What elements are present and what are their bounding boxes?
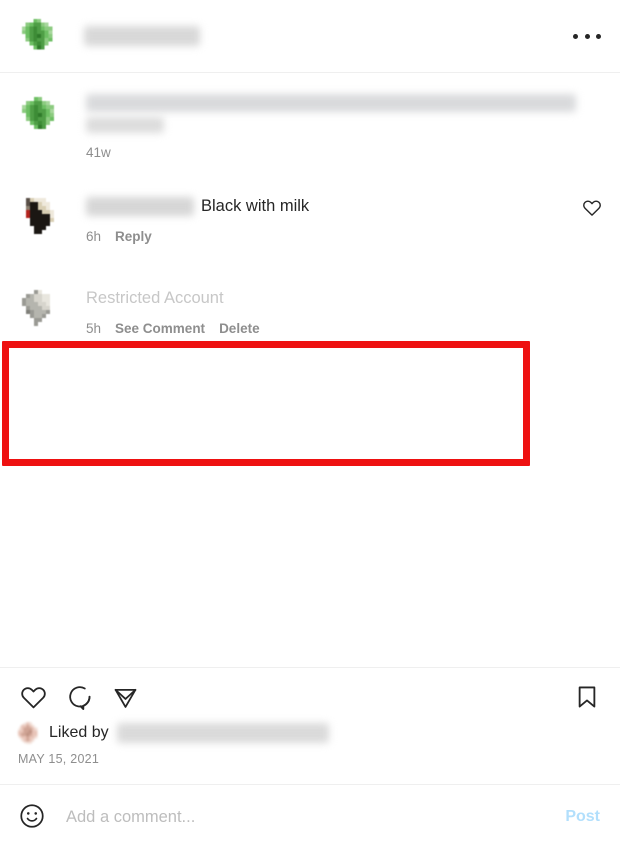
caption-author-avatar[interactable]	[18, 93, 62, 137]
post-author-avatar[interactable]	[18, 15, 60, 57]
restricted-comment-highlight-box	[2, 341, 530, 466]
caption-body: 41w	[86, 93, 604, 160]
post-actions-bar	[0, 668, 620, 712]
post-actions-left	[18, 682, 572, 712]
instagram-post-detail: 41w Black with milk 6h Reply Restricted …	[0, 0, 620, 849]
comment-meta: 6h Reply	[86, 229, 604, 244]
post-comment-button[interactable]: Post	[561, 808, 604, 826]
like-heart-icon[interactable]	[18, 682, 48, 712]
restricted-account-label: Restricted Account	[86, 289, 224, 307]
liker-avatar[interactable]	[18, 722, 40, 744]
bookmark-icon[interactable]	[572, 682, 602, 712]
comment-list: 41w Black with milk 6h Reply Restricted …	[0, 73, 620, 667]
comment-text: Black with milk	[201, 197, 310, 215]
share-icon[interactable]	[110, 682, 140, 712]
redacted-caption-line	[86, 117, 164, 133]
restricted-comment-meta: 5h See Comment Delete	[86, 321, 604, 336]
emoji-smiley-icon[interactable]	[18, 802, 48, 832]
post-author-username[interactable]	[84, 25, 570, 47]
restricted-comment-body: Restricted Account 5h See Comment Delete	[86, 286, 604, 336]
comment-item: Black with milk 6h Reply	[0, 194, 620, 244]
redacted-liker-names[interactable]	[116, 723, 329, 743]
liked-by-label: Liked by	[49, 724, 109, 741]
caption-timestamp: 41w	[86, 145, 111, 160]
restricted-account-avatar[interactable]	[18, 286, 62, 330]
comment-like-heart-icon[interactable]	[582, 198, 602, 218]
see-comment-button[interactable]: See Comment	[115, 321, 205, 336]
bottom-spacer	[0, 766, 620, 784]
liked-by-row: Liked by	[0, 712, 620, 744]
restricted-comment-timestamp: 5h	[86, 321, 102, 336]
comment-timestamp: 6h	[86, 229, 102, 244]
post-header	[0, 0, 620, 72]
reply-button[interactable]: Reply	[115, 229, 152, 244]
comment-body: Black with milk 6h Reply	[86, 194, 604, 244]
comment-line: Black with milk	[86, 195, 604, 217]
redacted-caption-text	[86, 94, 604, 133]
delete-comment-button[interactable]: Delete	[219, 321, 260, 336]
redacted-username-bar	[84, 26, 200, 46]
post-date: MAY 15, 2021	[18, 752, 100, 766]
post-caption: 41w	[0, 93, 620, 160]
add-comment-input[interactable]	[66, 807, 562, 827]
more-options-icon[interactable]	[570, 24, 604, 48]
add-comment-bar: Post	[0, 785, 620, 849]
comment-author-avatar[interactable]	[18, 194, 62, 238]
redacted-caption-line	[86, 94, 576, 112]
comment-icon[interactable]	[64, 682, 94, 712]
caption-meta: 41w	[86, 145, 604, 160]
comment-item-restricted: Restricted Account 5h See Comment Delete	[0, 286, 620, 336]
redacted-username-bar	[86, 196, 194, 216]
